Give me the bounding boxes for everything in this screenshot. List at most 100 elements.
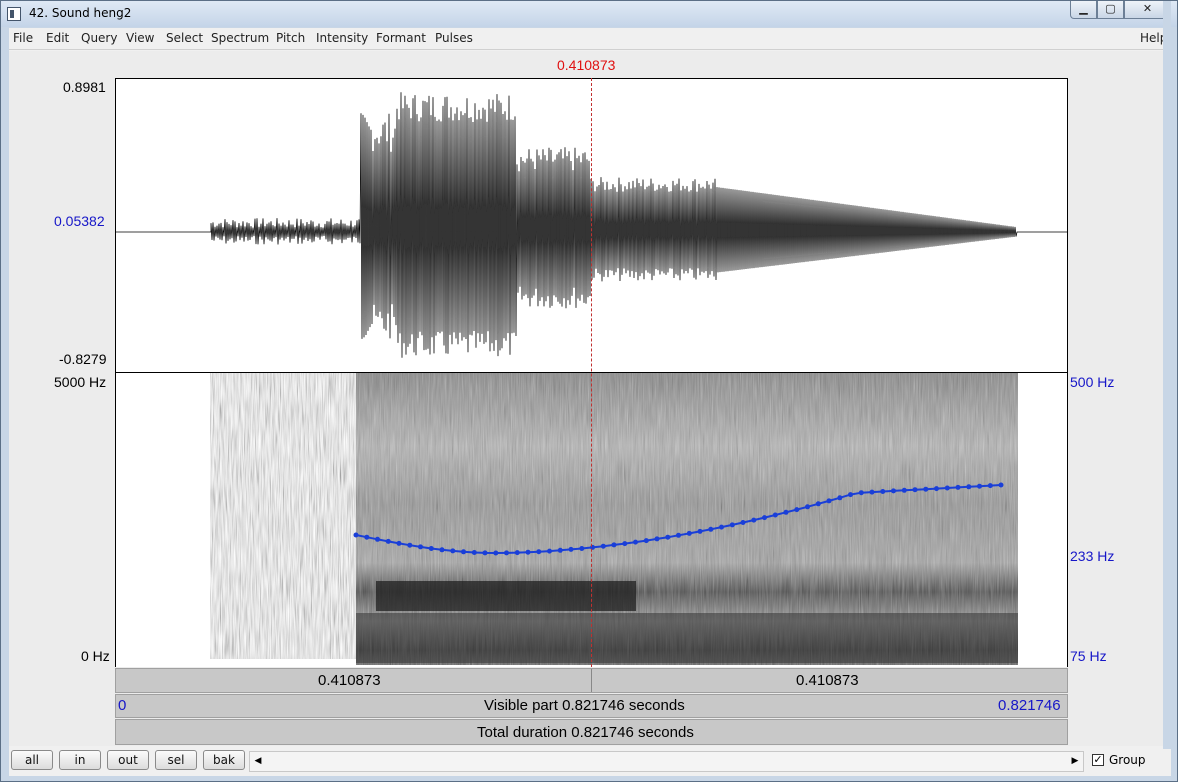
pitch-point <box>482 550 488 556</box>
window-right-border <box>1163 1 1171 749</box>
pitch-point <box>600 543 606 549</box>
visible-start-time: 0 <box>118 697 127 714</box>
bottom-toolbar: all in out sel bak ◀ ▶ ✓ Group <box>9 747 1171 776</box>
pitch-point <box>977 483 982 489</box>
waveform-min-label: -0.8279 <box>59 351 107 367</box>
menu-edit[interactable]: Edit <box>46 31 69 45</box>
zoom-back-button[interactable]: bak <box>203 750 245 770</box>
pitch-point <box>858 490 864 496</box>
pitch-point <box>826 498 832 504</box>
pitch-point <box>772 512 778 518</box>
pitch-point <box>719 524 724 530</box>
scroll-right-icon[interactable]: ▶ <box>1067 752 1083 771</box>
pitch-point <box>439 547 445 553</box>
pitch-point <box>676 532 681 538</box>
window-title: 42. Sound heng2 <box>29 6 132 20</box>
menu-select[interactable]: Select <box>166 31 203 45</box>
pitch-point <box>794 507 800 513</box>
pitch-point <box>880 489 886 494</box>
zoom-selection-button[interactable]: sel <box>155 750 197 770</box>
time-scrollbar[interactable]: ◀ ▶ <box>249 751 1084 772</box>
pitch-point <box>385 538 391 544</box>
pitch-point <box>783 509 789 515</box>
pitch-point <box>762 515 767 521</box>
menu-file[interactable]: File <box>13 31 33 45</box>
pitch-min-label: 75 Hz <box>1070 648 1107 664</box>
zoom-out-button[interactable]: out <box>107 750 149 770</box>
pitch-point <box>955 484 961 490</box>
menu-formant[interactable]: Formant <box>376 31 426 45</box>
spectrogram-min-freq-label: 0 Hz <box>81 648 110 664</box>
minimize-button[interactable]: ▁ <box>1070 1 1097 19</box>
selection-bar[interactable]: 0.410873 0.410873 <box>115 668 1068 693</box>
pitch-point <box>547 548 552 554</box>
pitch-point <box>686 530 692 536</box>
pitch-point <box>579 546 585 551</box>
title-bar[interactable]: 42. Sound heng2 ▁ ▢ ✕ <box>1 1 1177 27</box>
pitch-point <box>407 542 413 548</box>
left-part-duration[interactable]: 0.410873 <box>318 672 381 689</box>
pitch-point <box>375 536 380 542</box>
group-checkbox[interactable]: ✓ <box>1092 754 1104 766</box>
pitch-max-label: 500 Hz <box>1070 374 1115 390</box>
pitch-point <box>923 486 929 492</box>
zoom-in-button[interactable]: in <box>59 750 101 770</box>
pitch-point <box>654 536 660 542</box>
menu-pulses[interactable]: Pulses <box>435 31 473 45</box>
menu-bar: File Edit Query View Select Spectrum Pit… <box>9 28 1171 50</box>
pitch-point <box>708 526 714 532</box>
pitch-point <box>353 532 359 538</box>
waveform-mid-label: 0.05382 <box>54 213 105 229</box>
total-duration-text[interactable]: Total duration 0.821746 seconds <box>477 724 694 741</box>
right-part-duration[interactable]: 0.410873 <box>796 672 859 689</box>
pitch-mid-label: 233 Hz <box>1070 548 1115 564</box>
spectrogram-noise-region <box>210 373 360 659</box>
pitch-point <box>751 517 757 523</box>
maximize-button[interactable]: ▢ <box>1097 1 1124 19</box>
pitch-point <box>805 504 810 510</box>
pitch-point <box>944 485 950 491</box>
group-label: Group <box>1109 753 1146 767</box>
pitch-point <box>643 538 649 544</box>
pitch-point <box>998 482 1004 488</box>
menu-pitch[interactable]: Pitch <box>276 31 305 45</box>
pitch-point <box>934 486 939 492</box>
scroll-left-icon[interactable]: ◀ <box>250 752 266 771</box>
pitch-point <box>471 550 477 555</box>
pitch-point <box>525 549 531 555</box>
waveform-max-label: 0.8981 <box>63 79 106 95</box>
zoom-all-button[interactable]: all <box>11 750 53 770</box>
app-icon <box>7 7 21 21</box>
pitch-point <box>848 492 853 498</box>
pitch-point <box>912 487 918 493</box>
pitch-point <box>633 539 638 545</box>
editor-pane[interactable]: 0.410873 0.8981 0.05382 -0.8279 5000 Hz … <box>9 51 1171 746</box>
visible-part-text[interactable]: Visible part 0.821746 seconds <box>484 697 685 714</box>
menu-spectrum[interactable]: Spectrum <box>211 31 269 45</box>
visible-part-bar[interactable]: 0 Visible part 0.821746 seconds 0.821746 <box>115 694 1068 718</box>
pitch-point <box>815 501 821 507</box>
pitch-point <box>611 542 617 548</box>
pitch-point <box>418 544 423 550</box>
pitch-point <box>665 534 671 540</box>
total-duration-bar[interactable]: Total duration 0.821746 seconds <box>115 719 1068 745</box>
client-area: File Edit Query View Select Spectrum Pit… <box>9 28 1171 776</box>
pitch-point <box>396 540 402 546</box>
menu-intensity[interactable]: Intensity <box>316 31 368 45</box>
spectrogram-dark-formant <box>376 581 636 611</box>
pitch-point <box>729 522 735 528</box>
pitch-point <box>891 488 896 494</box>
pitch-point <box>966 484 972 490</box>
pitch-point <box>557 547 563 553</box>
pitch-point <box>869 489 875 495</box>
pitch-point <box>536 549 542 555</box>
pitch-point <box>504 550 509 556</box>
menu-query[interactable]: Query <box>81 31 117 45</box>
cursor-line <box>591 78 592 667</box>
pitch-point <box>697 528 703 534</box>
menu-view[interactable]: View <box>126 31 154 45</box>
spectrogram-low-band <box>356 613 1018 663</box>
pitch-point <box>837 495 843 501</box>
cursor-time-label: 0.410873 <box>557 57 616 73</box>
pitch-point <box>622 541 628 547</box>
